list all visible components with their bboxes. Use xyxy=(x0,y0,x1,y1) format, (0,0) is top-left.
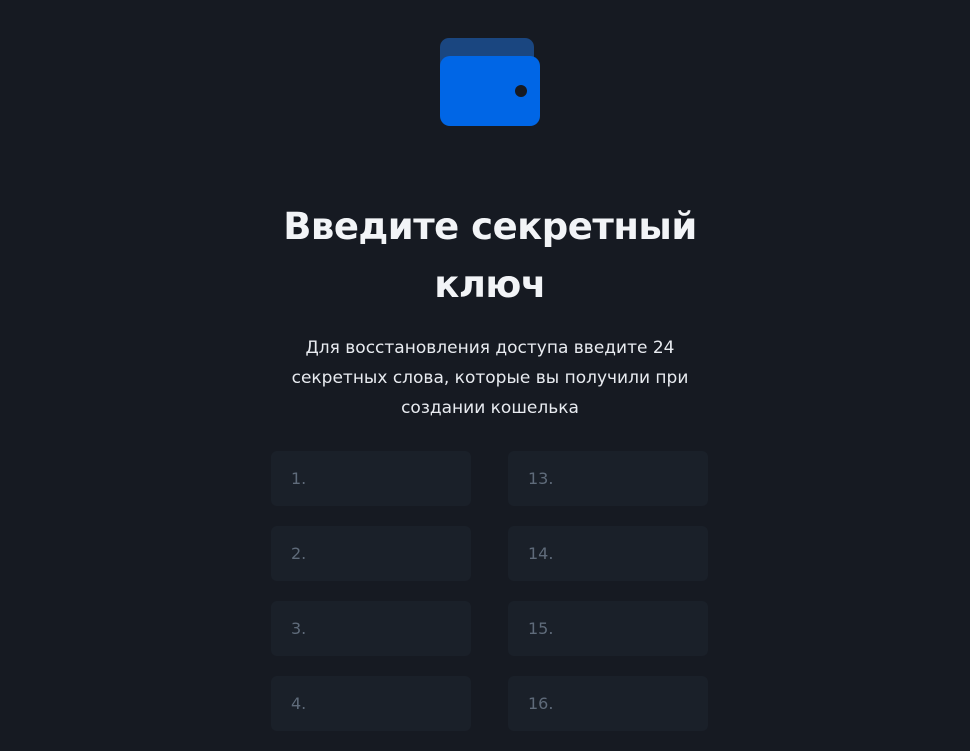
seed-phrase-grid xyxy=(271,451,708,731)
seed-word-input-4[interactable] xyxy=(271,676,471,731)
wallet-icon xyxy=(440,38,540,126)
seed-word-input-15[interactable] xyxy=(508,601,708,656)
seed-word-input-13[interactable] xyxy=(508,451,708,506)
seed-word-input-16[interactable] xyxy=(508,676,708,731)
seed-word-input-2[interactable] xyxy=(271,526,471,581)
seed-word-input-14[interactable] xyxy=(508,526,708,581)
page-title: Введите секретный ключ xyxy=(283,205,697,306)
wallet-logo xyxy=(440,38,540,126)
seed-word-input-1[interactable] xyxy=(271,451,471,506)
seed-word-input-3[interactable] xyxy=(271,601,471,656)
page-subtitle: Для восстановления доступа введите 24 се… xyxy=(291,338,689,418)
